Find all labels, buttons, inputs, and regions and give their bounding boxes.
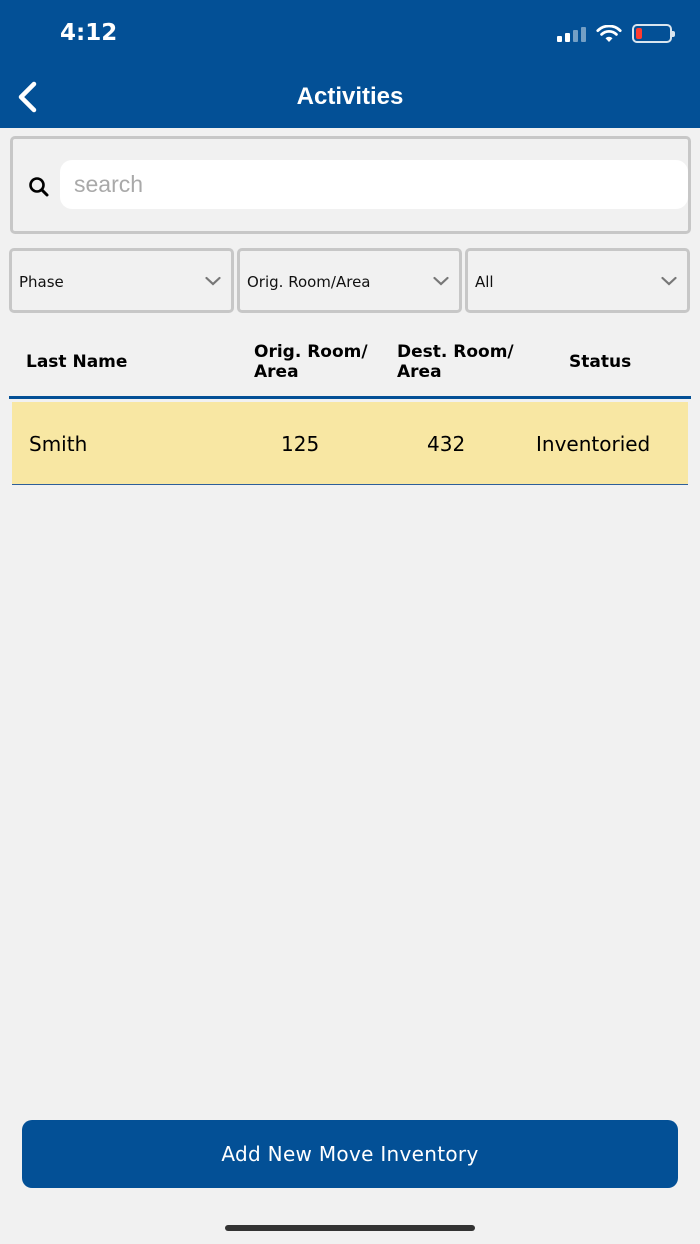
battery-low-icon <box>632 24 675 43</box>
top-bar: 4:12 Activities <box>0 0 700 128</box>
phase-filter-dropdown[interactable]: Phase <box>9 248 234 313</box>
phase-filter-label: Phase <box>19 273 64 291</box>
cell-last-name: Smith <box>29 432 88 456</box>
status-icons <box>557 24 675 43</box>
column-header-dest-room[interactable]: Dest. Room/ Area <box>397 342 514 382</box>
chevron-down-icon <box>433 276 449 286</box>
chevron-down-icon <box>205 276 221 286</box>
wifi-icon <box>596 24 622 42</box>
table-row[interactable]: Smith 125 432 Inventoried <box>12 402 688 485</box>
home-indicator <box>225 1225 475 1231</box>
status-filter-dropdown[interactable]: All <box>465 248 690 313</box>
column-header-last-name[interactable]: Last Name <box>26 352 127 372</box>
cellular-signal-icon <box>557 26 586 42</box>
search-input[interactable] <box>60 160 688 209</box>
orig-room-filter-label: Orig. Room/Area <box>247 273 371 291</box>
cell-orig-room: 125 <box>281 432 320 456</box>
cell-status: Inventoried <box>536 432 651 456</box>
search-box <box>10 136 691 234</box>
page-title: Activities <box>296 83 404 110</box>
column-header-status[interactable]: Status <box>569 352 631 372</box>
status-time: 4:12 <box>60 20 118 46</box>
column-header-orig-room[interactable]: Orig. Room/ Area <box>254 342 368 382</box>
orig-room-filter-dropdown[interactable]: Orig. Room/Area <box>237 248 462 313</box>
header-divider <box>9 396 691 399</box>
add-new-move-inventory-button[interactable]: Add New Move Inventory <box>22 1120 678 1188</box>
chevron-down-icon <box>661 276 677 286</box>
cell-dest-room: 432 <box>427 432 466 456</box>
status-filter-label: All <box>475 273 494 291</box>
search-icon <box>29 177 49 197</box>
